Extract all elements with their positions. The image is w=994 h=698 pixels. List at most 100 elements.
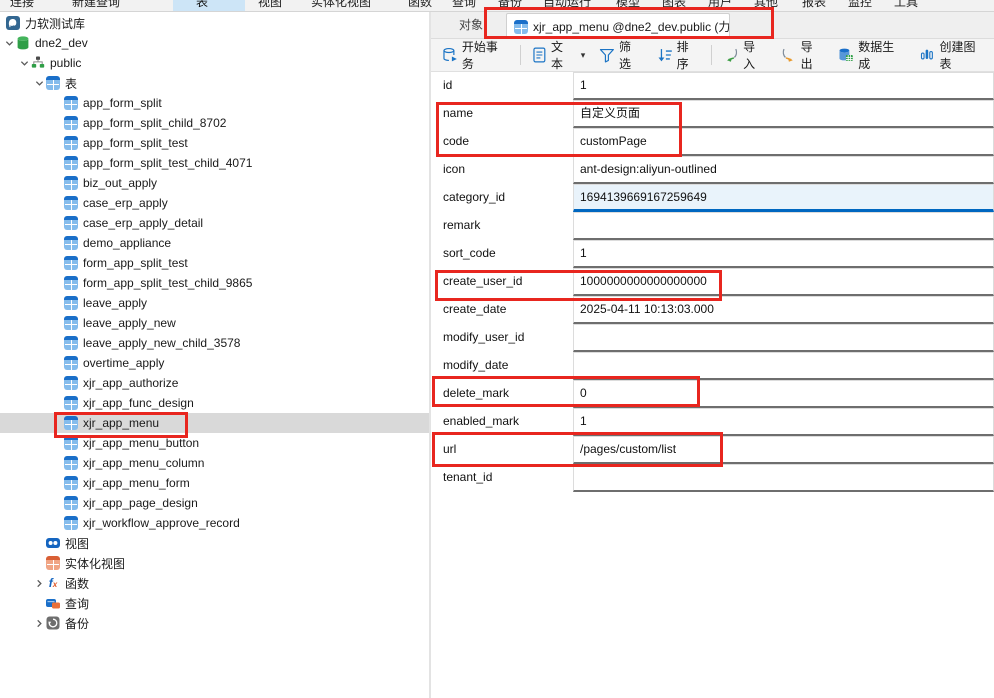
tree-node-functions[interactable]: fx 函数 (0, 573, 429, 593)
tree-node-tables-folder[interactable]: 表 (0, 73, 429, 93)
main-toolbar-item[interactable]: 新建查询 (72, 0, 120, 10)
tree-node-table[interactable]: app_form_split_child_8702 (0, 113, 429, 133)
field-value-input[interactable] (573, 324, 994, 352)
tree-node-connection[interactable]: 力软测试库 (0, 13, 429, 33)
main-toolbar-item[interactable]: 监控 (848, 0, 872, 10)
field-value-input[interactable]: customPage (573, 128, 994, 156)
main-toolbar-item[interactable]: 实体化视图 (311, 0, 371, 10)
table-name: biz_out_apply (83, 176, 157, 190)
field-value-input[interactable]: 1 (573, 240, 994, 268)
filter-label: 筛选 (619, 38, 643, 72)
chevron-right-icon[interactable] (32, 616, 46, 630)
table-name: xjr_app_page_design (83, 496, 198, 510)
table-name: xjr_app_menu_form (83, 476, 190, 490)
tree-node-table[interactable]: case_erp_apply_detail (0, 213, 429, 233)
tree-node-table[interactable]: xjr_app_func_design (0, 393, 429, 413)
tree-node-table[interactable]: app_form_split_test_child_4071 (0, 153, 429, 173)
field-value-input[interactable]: 0 (573, 380, 994, 408)
tree-node-table[interactable]: xjr_app_menu (0, 413, 429, 433)
field-value-input[interactable] (573, 352, 994, 380)
table-icon (64, 256, 78, 270)
tree-node-table[interactable]: app_form_split (0, 93, 429, 113)
table-record-panel: 对象 xjr_app_menu @dne2_dev.public (力… 开始事… (431, 12, 994, 698)
tree-node-table[interactable]: xjr_app_menu_form (0, 473, 429, 493)
main-toolbar-item[interactable]: 用户 (708, 0, 732, 10)
main-toolbar-item[interactable]: 连接 (10, 0, 34, 10)
tab-objects[interactable]: 对象 (459, 12, 483, 39)
tab-record-view[interactable]: xjr_app_menu @dne2_dev.public (力… (506, 13, 730, 39)
field-value-input[interactable] (573, 464, 994, 492)
tree-node-table[interactable]: xjr_app_page_design (0, 493, 429, 513)
main-toolbar-item[interactable]: 表 (196, 0, 208, 10)
chevron-down-icon[interactable] (2, 36, 16, 50)
sort-button[interactable]: 排序 (650, 42, 708, 68)
field-value-input[interactable]: ant-design:aliyun-outlined (573, 156, 994, 184)
field-value-input[interactable]: 1000000000000000000 (573, 268, 994, 296)
chevron-right-icon[interactable] (32, 576, 46, 590)
begin-transaction-label: 开始事务 (462, 38, 509, 72)
field-value-input[interactable]: 1694139669167259649 (573, 184, 994, 212)
field-name: create_date (431, 296, 573, 324)
connection-name: 力软测试库 (25, 15, 85, 32)
tree-node-table[interactable]: demo_appliance (0, 233, 429, 253)
chevron-down-icon[interactable] (17, 56, 31, 70)
main-toolbar-item[interactable]: 自动运行 (543, 0, 591, 10)
filter-icon (599, 47, 615, 63)
tree-node-schema[interactable]: public (0, 53, 429, 73)
tree-node-table[interactable]: biz_out_apply (0, 173, 429, 193)
main-toolbar-item[interactable]: 查询 (452, 0, 476, 10)
main-toolbar-item[interactable]: 函数 (408, 0, 432, 10)
tree-node-materialized-views[interactable]: 实体化视图 (0, 553, 429, 573)
text-view-button[interactable]: 文本 ▾ (525, 42, 592, 68)
create-chart-button[interactable]: 创建图表 (913, 42, 994, 68)
tree-node-backups[interactable]: 备份 (0, 613, 429, 633)
tree-node-views[interactable]: 视图 (0, 533, 429, 553)
field-value-input[interactable]: 1 (573, 72, 994, 100)
import-icon (723, 47, 739, 63)
tree-node-table[interactable]: app_form_split_test (0, 133, 429, 153)
field-row: create_date 2025-04-11 10:13:03.000 (431, 296, 994, 324)
chevron-down-icon[interactable] (32, 76, 46, 90)
main-toolbar-item[interactable]: 模型 (616, 0, 640, 10)
tree-node-table[interactable]: form_app_split_test (0, 253, 429, 273)
table-icon (64, 376, 78, 390)
chevron-down-icon[interactable]: ▾ (581, 50, 586, 61)
main-toolbar-item[interactable]: 备份 (498, 0, 522, 10)
main-toolbar-item[interactable]: 工具 (894, 0, 918, 10)
views-label: 视图 (65, 535, 89, 552)
field-value-input[interactable]: 自定义页面 (573, 100, 994, 128)
tree-node-table[interactable]: leave_apply (0, 293, 429, 313)
field-value-input[interactable]: /pages/custom/list (573, 436, 994, 464)
tree-node-table[interactable]: xjr_workflow_approve_record (0, 513, 429, 533)
begin-transaction-button[interactable]: 开始事务 (435, 42, 516, 68)
tree-node-table[interactable]: leave_apply_new_child_3578 (0, 333, 429, 353)
field-name: modify_user_id (431, 324, 573, 352)
export-button[interactable]: 导出 (774, 42, 832, 68)
import-button[interactable]: 导入 (716, 42, 774, 68)
main-toolbar-item[interactable]: 其他 (754, 0, 778, 10)
tree-node-table[interactable]: xjr_app_menu_button (0, 433, 429, 453)
data-generation-button[interactable]: 数据生成 (831, 42, 912, 68)
record-toolbar: 开始事务 文本 ▾ 筛选 排序 导入 导出 (431, 39, 994, 72)
tree-node-table[interactable]: xjr_app_authorize (0, 373, 429, 393)
field-value-input[interactable]: 2025-04-11 10:13:03.000 (573, 296, 994, 324)
table-icon (64, 96, 78, 110)
tree-node-database[interactable]: dne2_dev (0, 33, 429, 53)
filter-button[interactable]: 筛选 (592, 42, 650, 68)
data-generation-label: 数据生成 (858, 38, 905, 72)
tree-node-table[interactable]: case_erp_apply (0, 193, 429, 213)
tree-node-queries[interactable]: 查询 (0, 593, 429, 613)
field-value-input[interactable] (573, 212, 994, 240)
text-icon (532, 47, 547, 63)
main-toolbar-item[interactable]: 视图 (258, 0, 282, 10)
main-toolbar-item[interactable]: 图表 (662, 0, 686, 10)
table-name: app_form_split_test_child_4071 (83, 156, 252, 170)
field-value-input[interactable]: 1 (573, 408, 994, 436)
tree-node-table[interactable]: xjr_app_menu_column (0, 453, 429, 473)
main-toolbar-item[interactable]: 报表 (802, 0, 826, 10)
tree-node-table[interactable]: leave_apply_new (0, 313, 429, 333)
tree-node-table[interactable]: form_app_split_test_child_9865 (0, 273, 429, 293)
tree-node-table[interactable]: overtime_apply (0, 353, 429, 373)
sort-icon (657, 47, 673, 63)
field-row: code customPage (431, 128, 994, 156)
